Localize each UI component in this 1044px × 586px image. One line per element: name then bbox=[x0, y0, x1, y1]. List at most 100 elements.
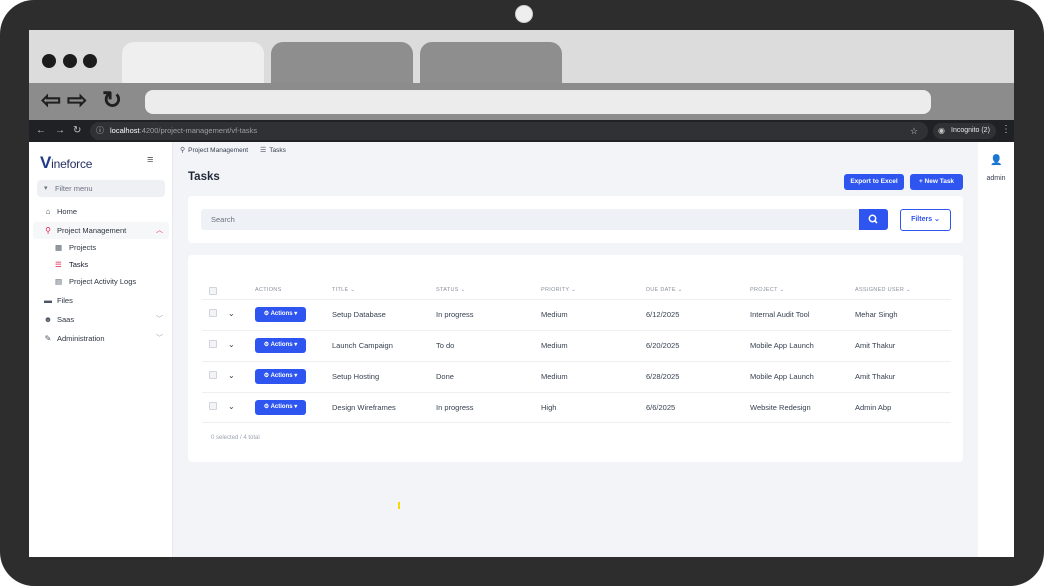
sidebar-item-administration[interactable]: ✎ Administration ﹀ bbox=[33, 330, 169, 347]
filters-button[interactable]: Filters ⌄ bbox=[900, 209, 951, 231]
url-text: localhost:4200/project-management/vf-tas… bbox=[110, 126, 258, 135]
chevron-down-icon: ⌄ bbox=[934, 216, 940, 223]
cell-due-date: 6/6/2025 bbox=[646, 403, 676, 412]
column-header-priority[interactable]: PRIORITY ⌄ bbox=[541, 287, 576, 293]
cell-status: To do bbox=[436, 341, 455, 350]
forward-icon[interactable]: → bbox=[55, 124, 65, 138]
sidebar-item-project-management[interactable]: ⚲ Project Management ︿ bbox=[33, 222, 169, 239]
mock-address-bar[interactable] bbox=[145, 90, 931, 114]
export-excel-button[interactable]: Export to Excel bbox=[844, 174, 904, 190]
column-header-due-date[interactable]: DUE DATE ⌄ bbox=[646, 287, 683, 293]
user-panel: 👤 admin bbox=[978, 142, 1014, 557]
table-row[interactable]: ⌄ ⚙ Actions ▾ Setup Database In progress… bbox=[202, 299, 951, 330]
cell-project: Mobile App Launch bbox=[750, 372, 814, 381]
forward-arrow-icon[interactable]: ⇨ bbox=[67, 86, 87, 116]
cell-status: Done bbox=[436, 372, 454, 381]
incognito-icon: ◉ bbox=[938, 126, 945, 135]
table-row[interactable]: ⌄ ⚙ Actions ▾ Design Wireframes In progr… bbox=[202, 392, 951, 423]
column-header-assigned-user[interactable]: ASSIGNED USER ⌄ bbox=[855, 287, 911, 293]
cell-priority: Medium bbox=[541, 341, 568, 350]
cell-status: In progress bbox=[436, 403, 474, 412]
cell-priority: Medium bbox=[541, 310, 568, 319]
sidebar-item-home[interactable]: ⌂ Home bbox=[33, 203, 169, 220]
selection-info: 0 selected / 4 total bbox=[211, 435, 260, 441]
column-header-project[interactable]: PROJECT ⌄ bbox=[750, 287, 784, 293]
search-button[interactable] bbox=[859, 209, 888, 230]
back-icon[interactable]: ← bbox=[36, 124, 46, 138]
table-row[interactable]: ⌄ ⚙ Actions ▾ Launch Campaign To do Medi… bbox=[202, 330, 951, 361]
window-close-dot-icon[interactable] bbox=[42, 54, 56, 68]
table-row[interactable]: ⌄ ⚙ Actions ▾ Setup Hosting Done Medium … bbox=[202, 361, 951, 392]
more-menu-icon[interactable]: ⋮ bbox=[1001, 123, 1011, 137]
column-header-status[interactable]: STATUS ⌄ bbox=[436, 287, 465, 293]
cell-title: Setup Hosting bbox=[332, 372, 380, 381]
window-minimize-dot-icon[interactable] bbox=[63, 54, 77, 68]
username-label[interactable]: admin bbox=[978, 175, 1014, 182]
select-all-checkbox[interactable] bbox=[209, 287, 217, 295]
expand-row-icon[interactable]: ⌄ bbox=[228, 371, 235, 380]
row-checkbox[interactable] bbox=[209, 371, 217, 379]
screen: ⇦ ⇨ ↻ ← → ↻ ⓘ localhost:4200/project-man… bbox=[29, 30, 1014, 557]
cell-title: Design Wireframes bbox=[332, 403, 396, 412]
incognito-badge[interactable]: ◉ Incognito (2) bbox=[933, 123, 996, 139]
reload-icon[interactable]: ↻ bbox=[102, 86, 122, 116]
table-icon: ▦ bbox=[55, 243, 63, 252]
window-maximize-dot-icon[interactable] bbox=[83, 54, 97, 68]
app-area: Vineforce ≡ ▾ Filter menu ⌂ Home ⚲ Proje… bbox=[29, 142, 1014, 557]
sidebar-subitem-projects[interactable]: ▦ Projects bbox=[51, 240, 169, 256]
row-actions-button[interactable]: ⚙ Actions ▾ bbox=[255, 400, 306, 415]
bookmark-star-icon[interactable]: ☆ bbox=[910, 124, 918, 138]
chevron-down-icon: ﹀ bbox=[156, 316, 163, 323]
sidebar-subitem-tasks[interactable]: ☰ Tasks bbox=[51, 257, 169, 273]
new-task-button[interactable]: + New Task bbox=[910, 174, 963, 190]
sidebar-item-files[interactable]: ▬ Files bbox=[33, 292, 169, 309]
cell-due-date: 6/20/2025 bbox=[646, 341, 680, 350]
user-avatar-icon[interactable]: 👤 bbox=[990, 155, 1002, 166]
cursor-marker bbox=[398, 502, 400, 509]
mock-tab-inactive[interactable] bbox=[420, 42, 562, 83]
back-arrow-icon[interactable]: ⇦ bbox=[41, 86, 61, 116]
device-frame: ⇦ ⇨ ↻ ← → ↻ ⓘ localhost:4200/project-man… bbox=[0, 0, 1044, 586]
mock-tab-inactive[interactable] bbox=[271, 42, 413, 83]
cell-project: Mobile App Launch bbox=[750, 341, 814, 350]
breadcrumb-item[interactable]: Project Management bbox=[188, 147, 248, 154]
row-checkbox[interactable] bbox=[209, 340, 217, 348]
search-icon bbox=[868, 214, 878, 224]
sidebar-item-saas[interactable]: ☻ Saas ﹀ bbox=[33, 311, 169, 328]
reload-icon[interactable]: ↻ bbox=[73, 124, 81, 138]
tasks-table-card: ACTIONS TITLE ⌄ STATUS ⌄ PRIORITY ⌄ DUE … bbox=[188, 255, 963, 462]
logo[interactable]: Vineforce bbox=[40, 153, 92, 173]
row-actions-button[interactable]: ⚙ Actions ▾ bbox=[255, 307, 306, 322]
row-actions-button[interactable]: ⚙ Actions ▾ bbox=[255, 369, 306, 384]
sidebar: Vineforce ≡ ▾ Filter menu ⌂ Home ⚲ Proje… bbox=[29, 142, 173, 557]
page-title: Tasks bbox=[188, 171, 220, 183]
expand-row-icon[interactable]: ⌄ bbox=[228, 402, 235, 411]
cell-priority: Medium bbox=[541, 372, 568, 381]
filter-icon: ▾ bbox=[44, 185, 48, 192]
home-icon: ⌂ bbox=[45, 207, 51, 216]
list-icon: ☰ bbox=[55, 260, 62, 269]
plus-icon: + bbox=[918, 178, 923, 185]
row-checkbox[interactable] bbox=[209, 402, 217, 410]
search-card: Filters ⌄ bbox=[188, 196, 963, 243]
address-bar[interactable]: ⓘ localhost:4200/project-management/vf-t… bbox=[90, 122, 928, 140]
search-input[interactable] bbox=[201, 209, 860, 230]
users-icon: ☻ bbox=[43, 315, 53, 324]
cell-title: Setup Database bbox=[332, 310, 386, 319]
breadcrumb-item[interactable]: Tasks bbox=[269, 147, 286, 154]
mock-tab-active[interactable] bbox=[122, 42, 264, 83]
filter-menu-input[interactable]: ▾ Filter menu bbox=[37, 180, 165, 197]
cell-assigned-user: Amit Thakur bbox=[855, 372, 896, 381]
column-header-title[interactable]: TITLE ⌄ bbox=[332, 287, 355, 293]
row-checkbox[interactable] bbox=[209, 309, 217, 317]
expand-row-icon[interactable]: ⌄ bbox=[228, 340, 235, 349]
sidebar-toggle-icon[interactable]: ≡ bbox=[147, 154, 153, 166]
site-info-icon[interactable]: ⓘ bbox=[96, 124, 104, 138]
sidebar-subitem-project-activity-logs[interactable]: ▤ Project Activity Logs bbox=[51, 274, 169, 290]
folder-icon: ▬ bbox=[44, 296, 52, 305]
cell-status: In progress bbox=[436, 310, 474, 319]
chevron-down-icon: ﹀ bbox=[156, 335, 163, 342]
row-actions-button[interactable]: ⚙ Actions ▾ bbox=[255, 338, 306, 353]
list-icon: ☰ bbox=[259, 147, 267, 154]
expand-row-icon[interactable]: ⌄ bbox=[228, 309, 235, 318]
